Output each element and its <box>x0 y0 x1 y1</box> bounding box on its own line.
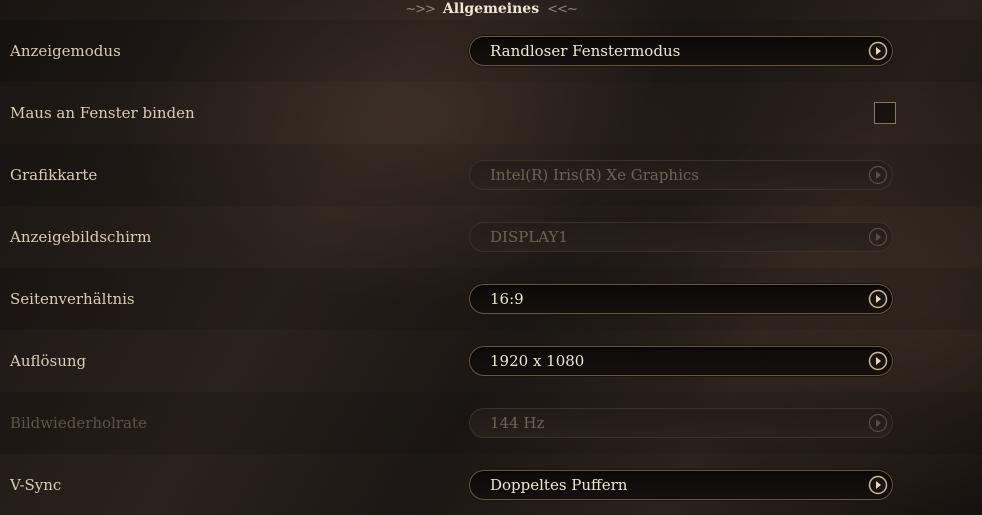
anzeigebildschirm-dropdown: DISPLAY1 <box>469 222 893 252</box>
vsync-dropdown[interactable]: Doppeltes Puffern <box>469 470 893 500</box>
setting-label-aufloesung: Auflösung <box>10 352 87 370</box>
setting-label-grafikkarte: Grafikkarte <box>10 166 98 184</box>
maus-checkbox[interactable] <box>874 102 896 124</box>
bildwiederholrate-value: 144 Hz <box>490 414 545 432</box>
setting-label-bildwiederholrate: Bildwiederholrate <box>10 414 147 432</box>
grafikkarte-dropdown: Intel(R) Iris(R) Xe Graphics <box>469 160 893 190</box>
setting-label-anzeigebildschirm: Anzeigebildschirm <box>10 228 152 246</box>
aufloesung-dropdown[interactable]: 1920 x 1080 <box>469 346 893 376</box>
anzeigemodus-dropdown[interactable]: Randloser Fenstermodus <box>469 36 893 66</box>
setting-row-bildwiederholrate: Bildwiederholrate 144 Hz <box>0 392 982 454</box>
aufloesung-value: 1920 x 1080 <box>490 352 585 370</box>
setting-label-anzeigemodus: Anzeigemodus <box>10 42 121 60</box>
section-header: ~>> Allgemeines <<~ <box>0 0 982 18</box>
setting-row-vsync: V-Sync Doppeltes Puffern <box>0 454 982 515</box>
setting-row-seitenverhaeltnis: Seitenverhältnis 16:9 <box>0 268 982 330</box>
setting-row-anzeigebildschirm: Anzeigebildschirm DISPLAY1 <box>0 206 982 268</box>
chevron-right-icon <box>868 227 888 247</box>
seitenverhaeltnis-value: 16:9 <box>490 290 524 308</box>
seitenverhaeltnis-dropdown[interactable]: 16:9 <box>469 284 893 314</box>
anzeigebildschirm-value: DISPLAY1 <box>490 228 568 246</box>
chevron-right-icon <box>868 475 888 495</box>
ornament-right-icon: <<~ <box>547 1 578 17</box>
setting-label-vsync: V-Sync <box>10 476 62 494</box>
vsync-value: Doppeltes Puffern <box>490 476 628 494</box>
chevron-right-icon <box>868 413 888 433</box>
bildwiederholrate-dropdown: 144 Hz <box>469 408 893 438</box>
setting-row-aufloesung: Auflösung 1920 x 1080 <box>0 330 982 392</box>
chevron-right-icon <box>868 41 888 61</box>
setting-label-seitenverhaeltnis: Seitenverhältnis <box>10 290 135 308</box>
grafikkarte-value: Intel(R) Iris(R) Xe Graphics <box>490 166 699 184</box>
setting-row-anzeigemodus: Anzeigemodus Randloser Fenstermodus <box>0 20 982 82</box>
chevron-right-icon <box>868 165 888 185</box>
section-title: Allgemeines <box>442 1 540 17</box>
setting-row-grafikkarte: Grafikkarte Intel(R) Iris(R) Xe Graphics <box>0 144 982 206</box>
ornament-left-icon: ~>> <box>405 1 436 17</box>
anzeigemodus-value: Randloser Fenstermodus <box>490 42 681 60</box>
chevron-right-icon <box>868 351 888 371</box>
setting-label-maus: Maus an Fenster binden <box>10 104 195 122</box>
setting-row-maus: Maus an Fenster binden <box>0 82 982 144</box>
chevron-right-icon <box>868 289 888 309</box>
